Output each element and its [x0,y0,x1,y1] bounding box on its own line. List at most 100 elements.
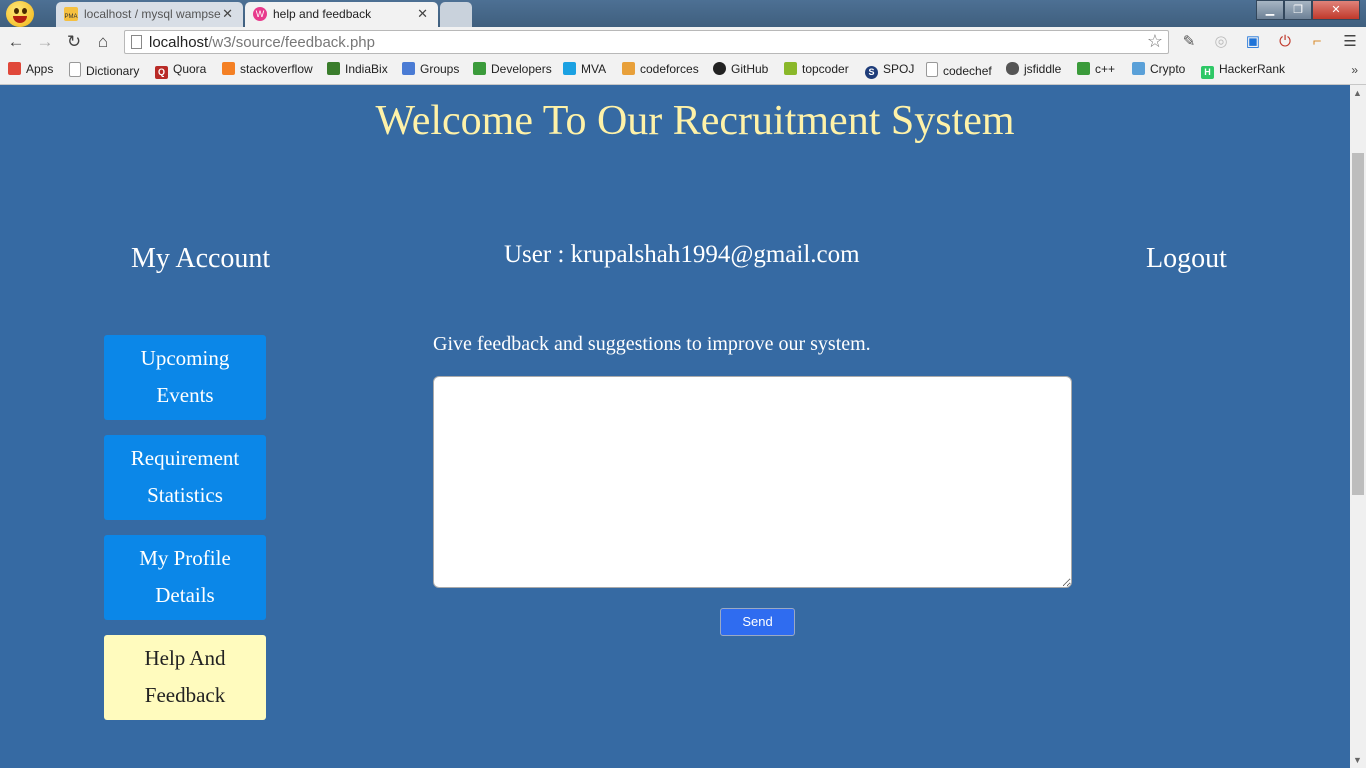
page-icon [131,35,142,49]
back-arrow-icon[interactable]: ← [5,31,27,53]
browser-tab-strip: PMA localhost / mysql wampse ✕ W help an… [0,0,1366,27]
bookmark-label: HackerRank [1219,62,1286,76]
browser-toolbar: ← → ↻ ⌂ localhost/w3/source/feedback.php… [0,27,1366,58]
tab-label: localhost / mysql wampse [84,7,221,21]
bookmarks-overflow-chevron-icon[interactable]: » [1351,63,1358,77]
feedback-textarea[interactable] [433,376,1072,588]
cpp-icon [1077,62,1090,75]
extension-tool-icon[interactable]: ⌐ [1307,32,1327,52]
quora-icon: Q [155,66,168,79]
scrollbar-thumb[interactable] [1352,153,1364,495]
menu-label: Feedback [144,683,226,707]
bookmark-label: Developers [491,62,552,76]
restore-icon[interactable]: ❐ [1284,0,1312,20]
page-icon [926,62,938,77]
menu-label: Upcoming [140,346,230,370]
reload-icon[interactable]: ↻ [63,31,85,53]
bookmark-topcoder[interactable]: topcoder [784,62,849,76]
bookmark-groups[interactable]: Groups [402,62,459,76]
bookmark-label: codechef [943,64,992,78]
window-controls: ▁ ❐ ✕ [1256,0,1360,20]
tab-phpmyadmin[interactable]: PMA localhost / mysql wampse ✕ [56,2,243,27]
bookmark-dictionary[interactable]: Dictionary [69,62,139,78]
eyedropper-icon[interactable]: ✎ [1179,32,1199,52]
bookmark-apps[interactable]: Apps [8,62,53,76]
menu-requirement-statistics-button[interactable]: Requirement Statistics [104,435,266,520]
bookmark-cpp[interactable]: c++ [1077,62,1115,76]
bookmark-label: Dictionary [86,64,140,78]
hackerrank-icon: H [1201,66,1214,79]
help-feedback-icon: W [253,7,267,21]
bookmark-spoj[interactable]: S SPOJ [865,62,914,79]
home-icon[interactable]: ⌂ [92,31,114,53]
bookmark-star-icon[interactable]: ☆ [1147,31,1163,52]
bookmark-label: GitHub [731,62,769,76]
profile-emoji-icon[interactable] [6,1,34,27]
bookmarks-bar: Apps Dictionary Q Quora stackoverflow Ind… [0,58,1366,85]
phpmyadmin-icon: PMA [64,7,78,21]
address-bar[interactable]: localhost/w3/source/feedback.php ☆ [124,30,1169,54]
menu-hamburger-icon[interactable]: ☰ [1340,32,1360,52]
bookmark-label: Groups [420,62,460,76]
close-tab-icon[interactable]: ✕ [417,6,428,22]
apps-grid-icon [8,62,21,75]
bookmark-label: Quora [173,62,207,76]
page-scrollbar[interactable]: ▲ ▼ [1350,85,1366,768]
current-user-label: User : krupalshah1994@gmail.com [504,241,860,268]
bookmark-label: stackoverflow [240,62,313,76]
bookmark-codechef[interactable]: codechef [926,62,992,78]
menu-my-profile-details-button[interactable]: My Profile Details [104,535,266,620]
bookmark-codeforces[interactable]: codeforces [622,62,699,76]
jsfiddle-icon [1006,62,1019,75]
menu-label: Events [156,383,214,407]
crypto-icon [1132,62,1145,75]
bookmark-crypto[interactable]: Crypto [1132,62,1185,76]
my-account-link[interactable]: My Account [131,243,270,275]
url-host: localhost [149,34,209,51]
forward-arrow-icon[interactable]: → [34,31,56,53]
stackoverflow-icon [222,62,235,75]
bookmark-label: Crypto [1150,62,1186,76]
scroll-up-arrow-icon[interactable]: ▲ [1353,88,1362,98]
page-title: Welcome To Our Recruitment System [375,98,1015,144]
topcoder-icon [784,62,797,75]
indiabix-icon [327,62,340,75]
menu-upcoming-events-button[interactable]: Upcoming Events [104,335,266,420]
bookmark-hackerrank[interactable]: H HackerRank [1201,62,1285,79]
groups-icon [402,62,415,75]
menu-label: Details [155,583,215,607]
tab-help-and-feedback[interactable]: W help and feedback ✕ [245,2,438,27]
bookmark-label: IndiaBix [345,62,388,76]
bookmark-mva[interactable]: MVA [563,62,606,76]
bookmark-stackoverflow[interactable]: stackoverflow [222,62,313,76]
menu-label: My Profile [139,546,231,570]
bookmark-indiabix[interactable]: IndiaBix [327,62,388,76]
bookmark-developers[interactable]: Developers [473,62,552,76]
close-tab-icon[interactable]: ✕ [222,6,233,22]
bookmark-label: jsfiddle [1024,62,1062,76]
send-button[interactable]: Send [720,608,795,636]
scroll-down-arrow-icon[interactable]: ▼ [1353,755,1362,765]
url-path: /w3/source/feedback.php [208,34,375,51]
menu-help-and-feedback-button[interactable]: Help And Feedback [104,635,266,720]
bookmark-jsfiddle[interactable]: jsfiddle [1006,62,1061,76]
logout-link[interactable]: Logout [1146,243,1227,275]
new-tab-button[interactable] [440,2,472,27]
extension-circle-icon[interactable]: ◎ [1211,32,1231,52]
bookmark-label: codeforces [640,62,699,76]
bookmark-label: Apps [26,62,54,76]
github-icon [713,62,726,75]
bookmark-label: SPOJ [883,62,915,76]
adblock-icon[interactable]: ⏻ [1275,32,1295,52]
bookmark-label: topcoder [802,62,849,76]
minimize-icon[interactable]: ▁ [1256,0,1284,20]
bookmark-label: c++ [1095,62,1116,76]
extension-window-icon[interactable]: ▣ [1243,32,1263,52]
codeforces-icon [622,62,635,75]
feedback-prompt: Give feedback and suggestions to improve… [433,333,871,355]
menu-label: Statistics [147,483,223,507]
close-window-icon[interactable]: ✕ [1312,0,1360,20]
spoj-icon: S [865,66,878,79]
bookmark-github[interactable]: GitHub [713,62,768,76]
bookmark-quora[interactable]: Q Quora [155,62,206,79]
